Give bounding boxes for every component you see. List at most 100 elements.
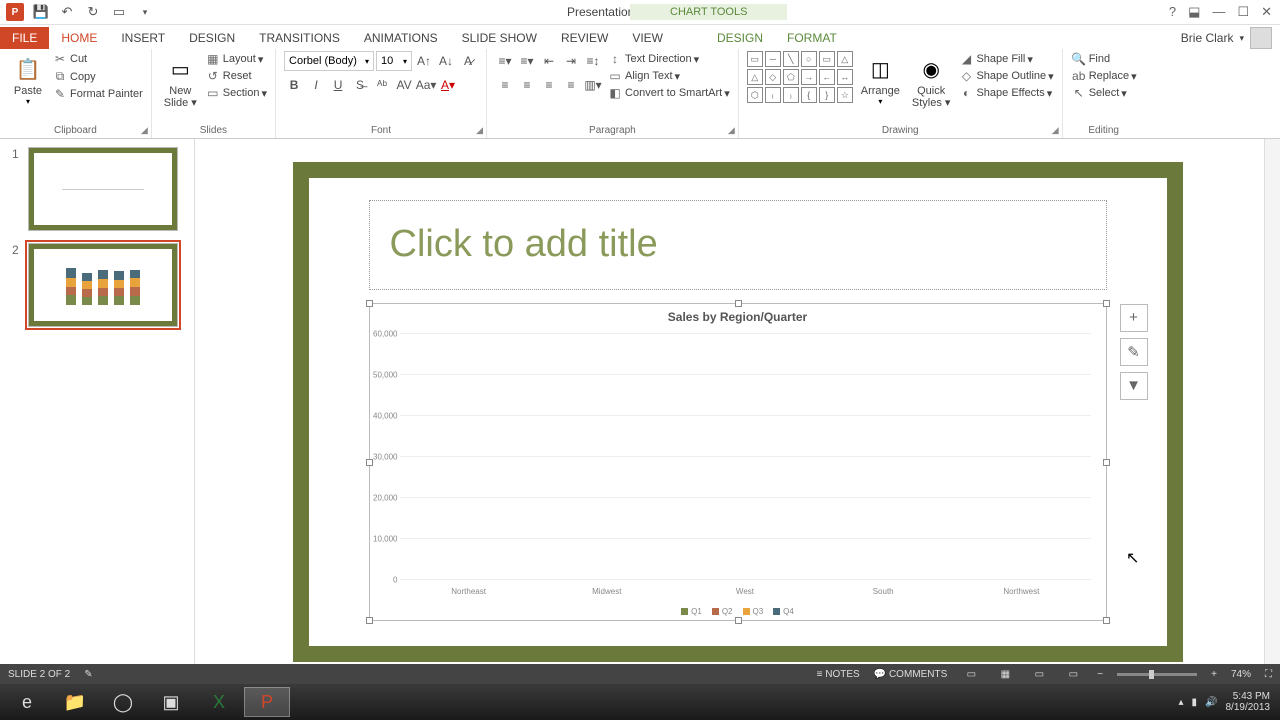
format-painter-button[interactable]: ✎Format Painter — [52, 86, 143, 102]
select-button[interactable]: ↖Select ▾ — [1071, 85, 1137, 101]
tray-clock[interactable]: 5:43 PM 8/19/2013 — [1226, 691, 1271, 713]
thumb-1[interactable]: 1 — [12, 147, 182, 231]
cut-button[interactable]: ✂Cut — [52, 51, 143, 67]
chart-styles-button[interactable]: ✎ — [1120, 338, 1148, 366]
slide-thumbnails-pane[interactable]: 1 2 — [0, 139, 195, 684]
align-center-button[interactable]: ≡ — [517, 75, 537, 95]
comments-button[interactable]: 💬 COMMENTS — [874, 669, 948, 680]
fit-to-window-button[interactable]: ⛶ — [1265, 669, 1272, 680]
undo-icon[interactable]: ↶ — [56, 1, 78, 23]
thumb-2[interactable]: 2 — [12, 243, 182, 327]
help-icon[interactable]: ? — [1169, 4, 1176, 20]
qat-customize-icon[interactable]: ▾ — [134, 1, 156, 23]
save-icon[interactable]: 💾 — [30, 1, 52, 23]
copy-button[interactable]: ⧉Copy — [52, 68, 143, 85]
paragraph-dialog-launcher[interactable]: ◢ — [728, 125, 735, 136]
underline-button[interactable]: U — [328, 75, 348, 95]
reading-view-button[interactable]: ▭ — [1029, 666, 1049, 682]
spellcheck-icon[interactable]: ✎ — [84, 669, 92, 680]
shape-fill-button[interactable]: ◢Shape Fill ▾ — [958, 51, 1053, 67]
increase-font-icon[interactable]: A↑ — [414, 51, 434, 71]
align-text-button[interactable]: ▭Align Text ▾ — [607, 68, 730, 84]
vertical-scrollbar[interactable] — [1264, 139, 1280, 684]
chart-elements-button[interactable]: + — [1120, 304, 1148, 332]
font-dialog-launcher[interactable]: ◢ — [476, 125, 483, 136]
minimize-icon[interactable]: — — [1212, 4, 1225, 20]
chart-filters-button[interactable]: ▼ — [1120, 372, 1148, 400]
title-placeholder[interactable]: Click to add title — [369, 200, 1107, 290]
slideshow-view-button[interactable]: ▭ — [1063, 666, 1083, 682]
text-direction-button[interactable]: ↕Text Direction ▾ — [607, 51, 730, 67]
section-button[interactable]: ▭Section ▾ — [205, 85, 267, 101]
chart-legend[interactable]: Q1Q2Q3Q4 — [370, 607, 1106, 616]
tab-design[interactable]: DESIGN — [177, 27, 247, 49]
tab-slideshow[interactable]: SLIDE SHOW — [450, 27, 549, 49]
close-icon[interactable]: ✕ — [1261, 4, 1272, 20]
bold-button[interactable]: B — [284, 75, 304, 95]
explorer-taskbar-icon[interactable]: 📁 — [52, 687, 98, 717]
zoom-out-button[interactable]: − — [1097, 669, 1103, 680]
chart-plot-area[interactable]: 010,00020,00030,00040,00050,00060,000 No… — [400, 334, 1091, 580]
reset-button[interactable]: ↺Reset — [205, 68, 267, 84]
sorter-view-button[interactable]: ▦ — [995, 666, 1015, 682]
zoom-slider[interactable] — [1117, 673, 1197, 676]
clipboard-dialog-launcher[interactable]: ◢ — [141, 125, 148, 136]
columns-button[interactable]: ▥▾ — [583, 75, 603, 95]
shape-outline-button[interactable]: ◇Shape Outline ▾ — [958, 68, 1053, 84]
tray-volume-icon[interactable]: 🔊 — [1205, 697, 1217, 708]
zoom-in-button[interactable]: + — [1211, 669, 1217, 680]
paste-button[interactable]: 📋 Paste ▾ — [8, 51, 48, 110]
decrease-font-icon[interactable]: A↓ — [436, 51, 456, 71]
slide-edit-area[interactable]: Click to add title Sales by Region/Quart… — [195, 139, 1280, 684]
arrange-button[interactable]: ◫Arrange▾ — [857, 51, 904, 110]
chart-object[interactable]: Sales by Region/Quarter 010,00020,00030,… — [369, 303, 1107, 621]
font-size-combo[interactable]: 10▾ — [376, 51, 412, 71]
replace-button[interactable]: abReplace ▾ — [1071, 68, 1137, 84]
ie-taskbar-icon[interactable]: e — [4, 687, 50, 717]
convert-smartart-button[interactable]: ◧Convert to SmartArt ▾ — [607, 85, 730, 101]
text-shadow-button[interactable]: ᴬᵇ — [372, 75, 392, 95]
line-spacing-button[interactable]: ≡↕ — [583, 51, 603, 71]
tab-file[interactable]: FILE — [0, 27, 49, 49]
align-right-button[interactable]: ≡ — [539, 75, 559, 95]
numbering-button[interactable]: ≡▾ — [517, 51, 537, 71]
layout-button[interactable]: ▦Layout ▾ — [205, 51, 267, 67]
shape-effects-button[interactable]: ◐Shape Effects ▾ — [958, 85, 1053, 101]
shapes-gallery[interactable]: ▭─╲○▭△ △◇⬠→←↔ ⬡₍₎{}☆ — [747, 51, 853, 103]
font-color-button[interactable]: A▾ — [438, 75, 458, 95]
font-name-combo[interactable]: Corbel (Body)▾ — [284, 51, 374, 71]
increase-indent-button[interactable]: ⇥ — [561, 51, 581, 71]
redo-icon[interactable]: ↻ — [82, 1, 104, 23]
tab-chart-design[interactable]: DESIGN — [705, 27, 775, 49]
powerpoint-taskbar-icon[interactable]: P — [244, 687, 290, 717]
find-button[interactable]: 🔍Find — [1071, 51, 1137, 67]
quick-styles-button[interactable]: ◉QuickStyles ▾ — [908, 51, 955, 113]
italic-button[interactable]: I — [306, 75, 326, 95]
tab-review[interactable]: REVIEW — [549, 27, 620, 49]
zoom-level[interactable]: 74% — [1231, 669, 1251, 680]
tab-animations[interactable]: ANIMATIONS — [352, 27, 450, 49]
tab-home[interactable]: HOME — [49, 27, 109, 49]
tab-view[interactable]: VIEW — [620, 27, 675, 49]
tab-chart-format[interactable]: FORMAT — [775, 27, 849, 49]
align-left-button[interactable]: ≡ — [495, 75, 515, 95]
excel-taskbar-icon[interactable]: X — [196, 687, 242, 717]
tab-transitions[interactable]: TRANSITIONS — [247, 27, 352, 49]
decrease-indent-button[interactable]: ⇤ — [539, 51, 559, 71]
slide-indicator[interactable]: SLIDE 2 OF 2 — [8, 669, 70, 680]
notes-button[interactable]: ≡ NOTES — [817, 669, 860, 680]
account-user[interactable]: Brie Clark▾ — [1181, 27, 1272, 49]
strikethrough-button[interactable]: S̶ — [350, 75, 370, 95]
change-case-button[interactable]: Aa▾ — [416, 75, 436, 95]
maximize-icon[interactable]: ☐ — [1237, 4, 1249, 20]
char-spacing-button[interactable]: AV — [394, 75, 414, 95]
tray-network-icon[interactable]: ▮ — [1192, 697, 1198, 708]
clear-formatting-icon[interactable]: A̷ — [458, 51, 478, 71]
bullets-button[interactable]: ≡▾ — [495, 51, 515, 71]
start-slideshow-icon[interactable]: ▭ — [108, 1, 130, 23]
normal-view-button[interactable]: ▭ — [961, 666, 981, 682]
ribbon-collapse-icon[interactable]: ⬓ — [1188, 4, 1200, 20]
drawing-dialog-launcher[interactable]: ◢ — [1052, 125, 1059, 136]
justify-button[interactable]: ≡ — [561, 75, 581, 95]
chrome-taskbar-icon[interactable]: ◯ — [100, 687, 146, 717]
